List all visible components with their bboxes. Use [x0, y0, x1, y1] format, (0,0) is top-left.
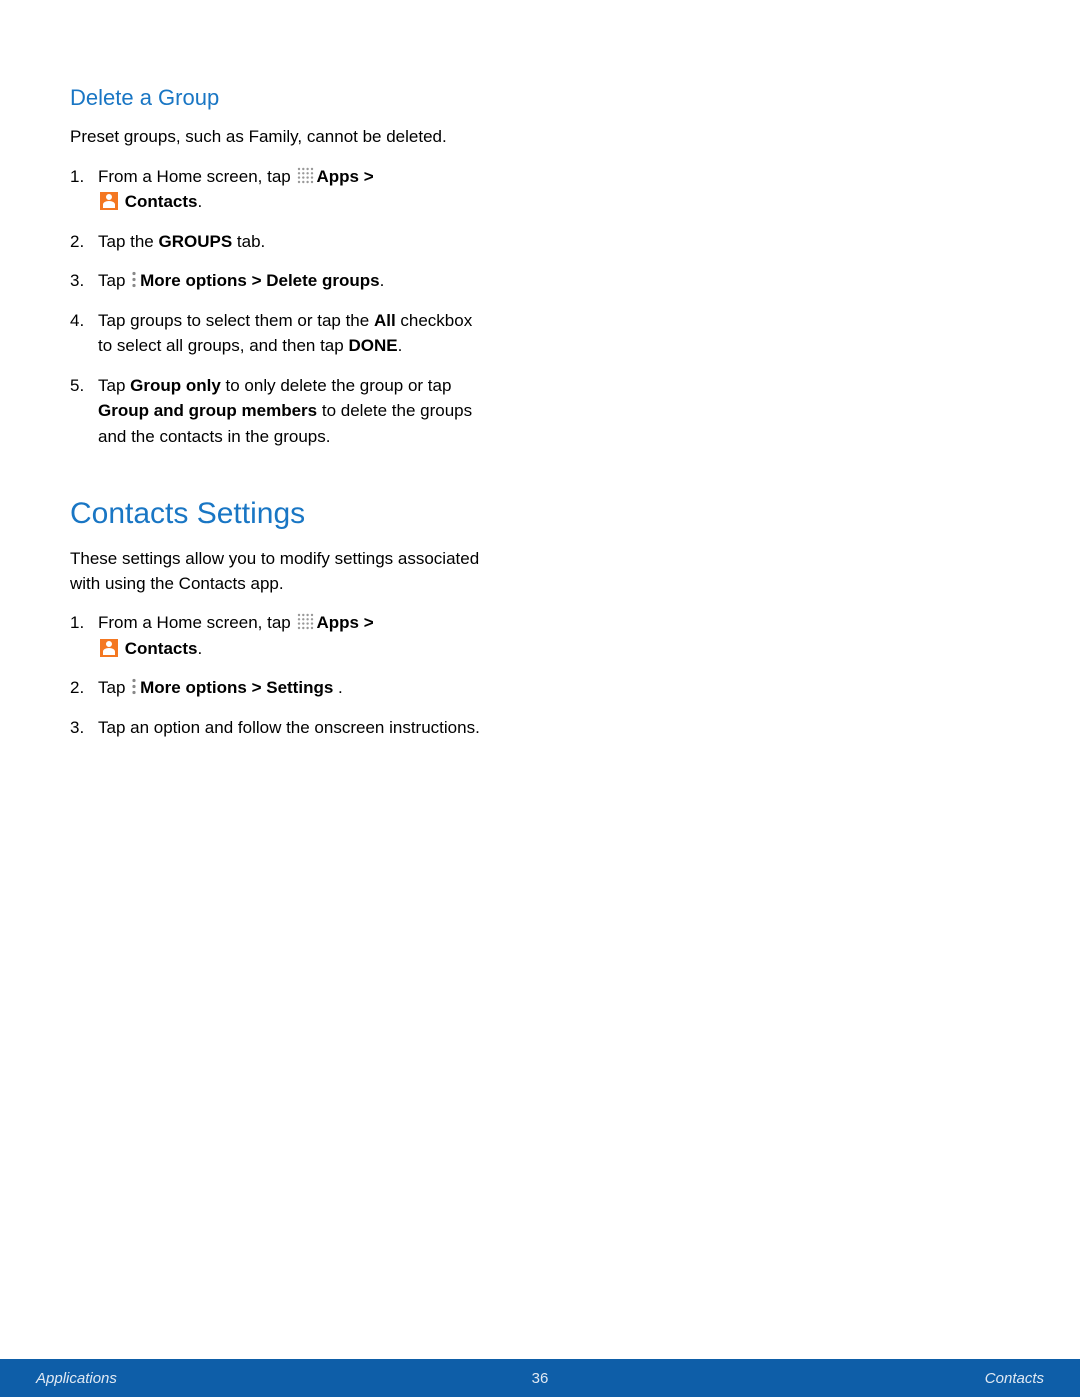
group-members-label: Group and group members: [98, 401, 317, 420]
step-text: Tap: [98, 376, 130, 395]
list-item: Tap the GROUPS tab.: [70, 229, 490, 255]
intro-contacts-settings: These settings allow you to modify setti…: [70, 547, 490, 596]
step-text: .: [398, 336, 403, 355]
apps-label: Apps >: [316, 167, 373, 186]
step-text: From a Home screen, tap: [98, 613, 295, 632]
list-item: Tap Group only to only delete the group …: [70, 373, 490, 450]
more-options-icon: [131, 678, 137, 695]
groups-label: GROUPS: [159, 232, 233, 251]
list-item: Tap More options > Settings .: [70, 675, 490, 701]
step-text: Tap an option and follow the onscreen in…: [98, 718, 480, 737]
footer-left: Applications: [36, 1370, 117, 1387]
apps-label: Apps >: [316, 613, 373, 632]
more-options-icon: [131, 271, 137, 288]
step-text: .: [380, 271, 385, 290]
footer-right: Contacts: [985, 1370, 1044, 1387]
group-only-label: Group only: [130, 376, 221, 395]
page-number: 36: [532, 1370, 549, 1387]
step-text: From a Home screen, tap: [98, 167, 295, 186]
page-footer: Applications 36 Contacts: [0, 1359, 1080, 1397]
contacts-icon: [100, 192, 118, 210]
list-item: Tap More options > Delete groups.: [70, 268, 490, 294]
step-text: Tap groups to select them or tap the: [98, 311, 374, 330]
step-text: tab.: [232, 232, 265, 251]
contacts-label: Contacts: [125, 192, 198, 211]
more-options-label: More options > Delete groups: [140, 271, 379, 290]
step-text: .: [338, 678, 343, 697]
step-text: .: [197, 192, 202, 211]
step-text: to only delete the group or tap: [221, 376, 452, 395]
intro-delete-group: Preset groups, such as Family, cannot be…: [70, 125, 490, 150]
steps-contacts-settings: From a Home screen, tap Apps > Contacts.…: [70, 610, 490, 740]
heading-contacts-settings: Contacts Settings: [70, 497, 490, 531]
steps-delete-group: From a Home screen, tap Apps > Contacts.…: [70, 164, 490, 450]
step-text: Tap: [98, 678, 130, 697]
heading-delete-group: Delete a Group: [70, 85, 490, 111]
apps-icon: [297, 613, 314, 630]
step-text: .: [197, 639, 202, 658]
more-settings-label: More options > Settings: [140, 678, 338, 697]
done-label: DONE: [348, 336, 397, 355]
list-item: From a Home screen, tap Apps > Contacts.: [70, 610, 490, 661]
contacts-icon: [100, 639, 118, 657]
apps-icon: [297, 167, 314, 184]
list-item: From a Home screen, tap Apps > Contacts.: [70, 164, 490, 215]
list-item: Tap an option and follow the onscreen in…: [70, 715, 490, 741]
list-item: Tap groups to select them or tap the All…: [70, 308, 490, 359]
step-text: Tap the: [98, 232, 159, 251]
all-label: All: [374, 311, 396, 330]
step-text: Tap: [98, 271, 130, 290]
contacts-label: Contacts: [125, 639, 198, 658]
